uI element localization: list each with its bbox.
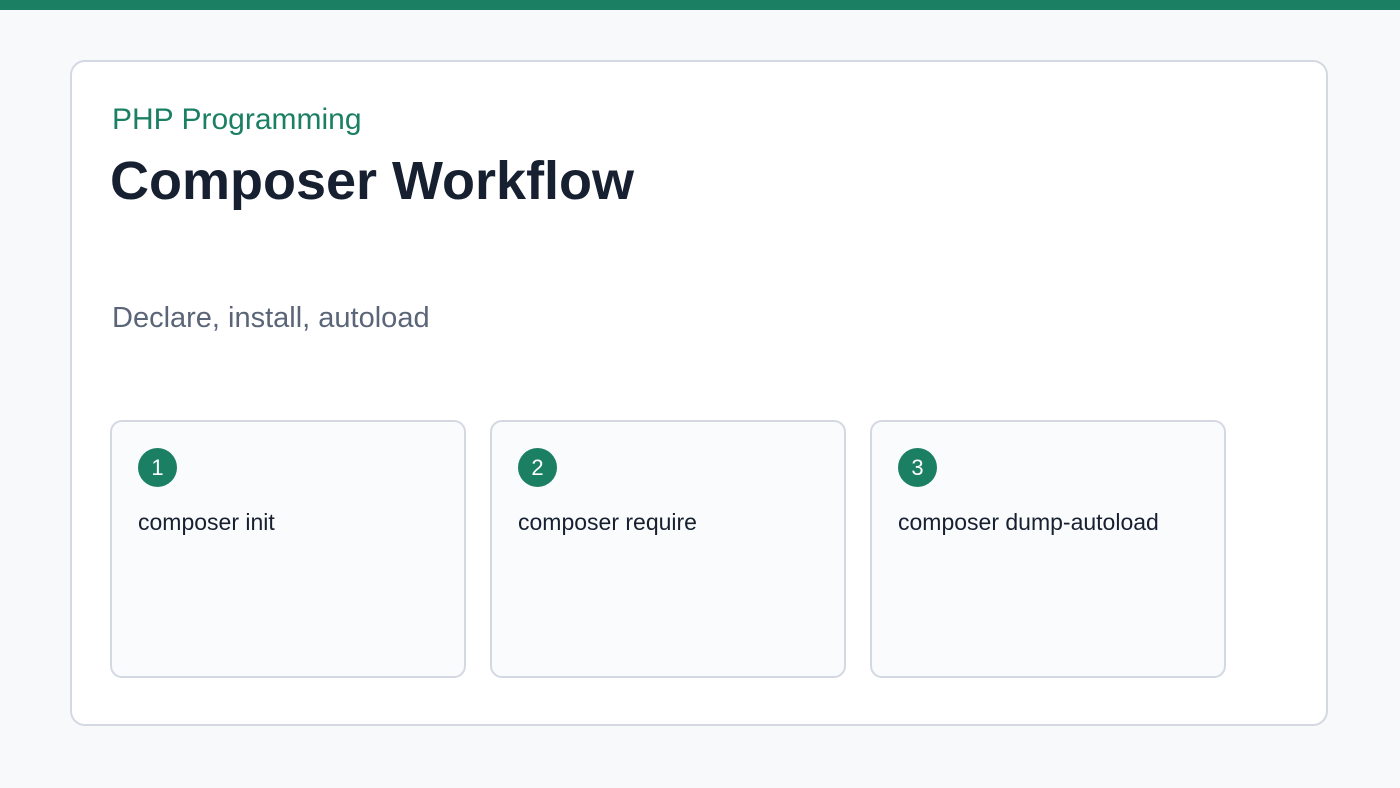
- step-command: composer require: [518, 509, 697, 535]
- step-number-badge: 3: [898, 448, 937, 487]
- step-command: composer dump-autoload: [898, 509, 1159, 535]
- page-subtitle: Declare, install, autoload: [112, 302, 430, 334]
- step-command: composer init: [138, 509, 275, 535]
- step-card-3: 3 composer dump-autoload: [870, 420, 1226, 678]
- step-number-badge: 1: [138, 448, 177, 487]
- steps-list: 1 composer init 2 composer require 3 com…: [110, 420, 1226, 678]
- step-card-2: 2 composer require: [490, 420, 846, 678]
- step-number-badge: 2: [518, 448, 557, 487]
- top-accent-bar: [0, 0, 1400, 10]
- course-label: PHP Programming: [112, 103, 362, 136]
- slide-card: PHP Programming Composer Workflow Declar…: [70, 60, 1328, 726]
- page-title: Composer Workflow: [110, 151, 635, 211]
- step-card-1: 1 composer init: [110, 420, 466, 678]
